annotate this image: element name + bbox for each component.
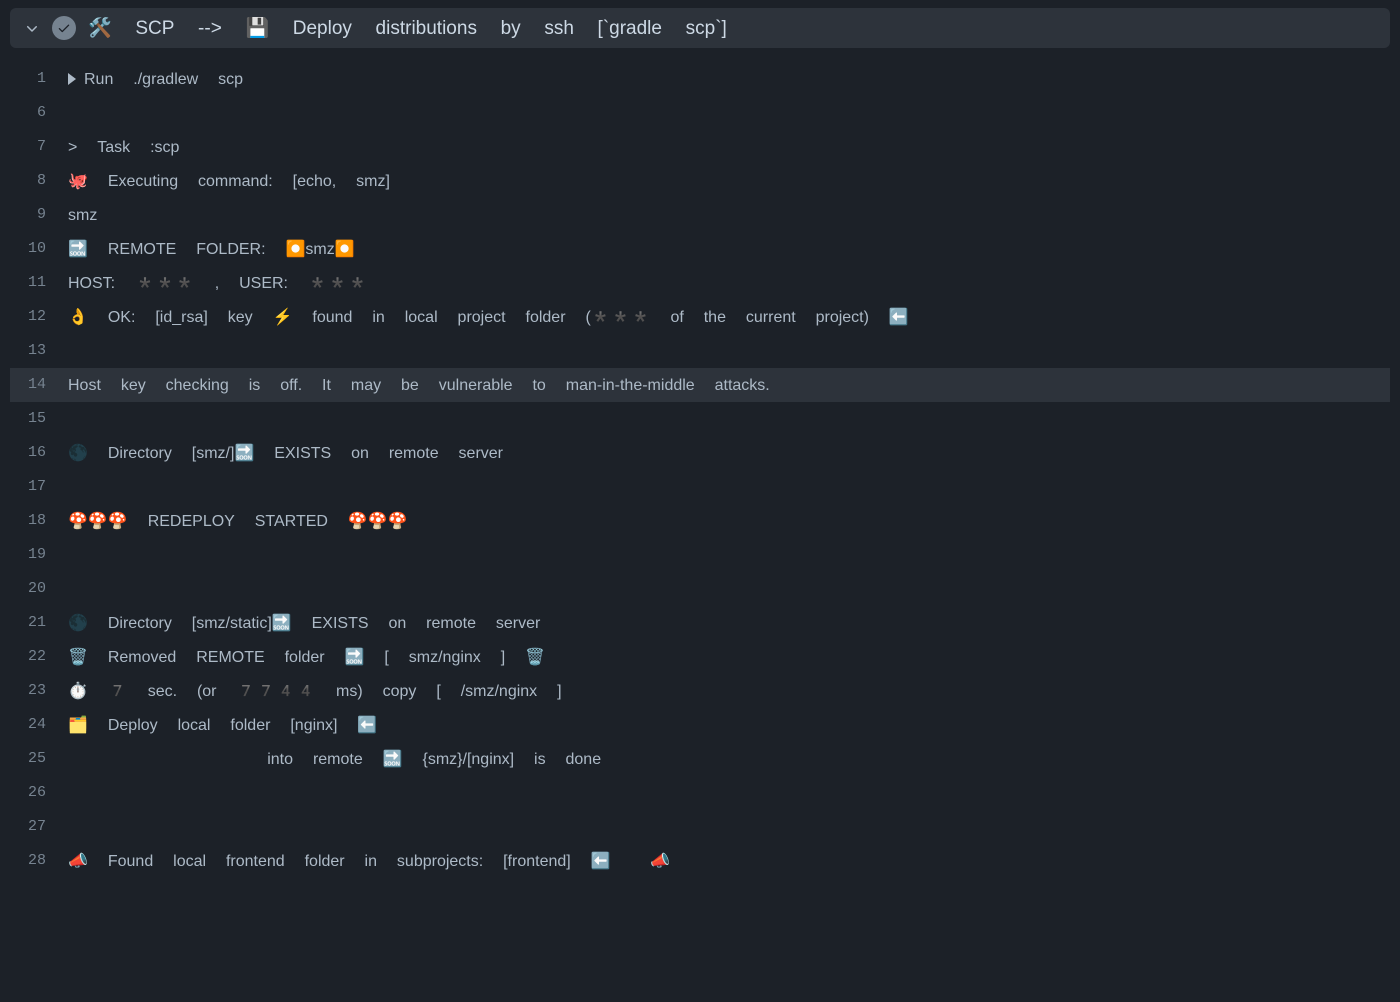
log-line[interactable]: 24🗂️ Deploy local folder [nginx] ⬅️	[10, 708, 1390, 742]
step-title: 🛠️ SCP --> 💾 Deploy distributions by ssh…	[88, 16, 727, 40]
line-content: > Task :scp	[68, 130, 179, 164]
line-text: 👌 OK: [id_rsa] key ⚡ found in local proj…	[68, 300, 909, 334]
chevron-down-icon[interactable]	[24, 20, 40, 36]
log-line[interactable]: 13	[10, 334, 1390, 368]
log-line[interactable]: 23⏱️ 7 sec. (or 7744 ms) copy [ /smz/ngi…	[10, 674, 1390, 708]
line-content: 🗑️ Removed REMOTE folder 🔜 [ smz/nginx ]…	[68, 640, 545, 674]
line-content: 🗂️ Deploy local folder [nginx] ⬅️	[68, 708, 377, 742]
log-line[interactable]: 7> Task :scp	[10, 130, 1390, 164]
line-text: 🔜 REMOTE FOLDER: ⏺smz⏺	[68, 232, 355, 266]
line-content: 🌑 Directory [smz/]🔜 EXISTS on remote ser…	[68, 436, 503, 470]
log-line[interactable]: 25 into remote 🔜 {smz}/[nginx] is done	[10, 742, 1390, 776]
line-text: 📣 Found local frontend folder in subproj…	[68, 844, 670, 878]
line-number[interactable]: 27	[10, 810, 68, 844]
line-number[interactable]: 23	[10, 674, 68, 708]
log-line[interactable]: 18🍄🍄🍄 REDEPLOY STARTED 🍄🍄🍄	[10, 504, 1390, 538]
log-line[interactable]: 9smz	[10, 198, 1390, 232]
log-line[interactable]: 19	[10, 538, 1390, 572]
line-text: > Task :scp	[68, 130, 179, 164]
line-number[interactable]: 11	[10, 266, 68, 300]
line-text: HOST: *** , USER: ***	[68, 266, 368, 300]
line-number[interactable]: 6	[10, 96, 68, 130]
line-number[interactable]: 16	[10, 436, 68, 470]
line-number[interactable]: 26	[10, 776, 68, 810]
line-number[interactable]: 21	[10, 606, 68, 640]
line-number[interactable]: 9	[10, 198, 68, 232]
line-number[interactable]: 28	[10, 844, 68, 878]
line-number[interactable]: 22	[10, 640, 68, 674]
log-line[interactable]: 1 Run ./gradlew scp	[10, 62, 1390, 96]
line-text: 🐙 Executing command: [echo, smz]	[68, 164, 390, 198]
line-number[interactable]: 12	[10, 300, 68, 334]
line-number[interactable]: 14	[10, 368, 68, 402]
line-number[interactable]: 1	[10, 62, 68, 96]
line-content: Run ./gradlew scp	[68, 62, 243, 96]
line-content: 🍄🍄🍄 REDEPLOY STARTED 🍄🍄🍄	[68, 504, 408, 538]
line-content: 📣 Found local frontend folder in subproj…	[68, 844, 670, 878]
line-number[interactable]: 18	[10, 504, 68, 538]
log-output: 1 Run ./gradlew scp 67> Task :scp8🐙 Execut…	[0, 62, 1400, 888]
log-line[interactable]: 17	[10, 470, 1390, 504]
log-line[interactable]: 20	[10, 572, 1390, 606]
log-line[interactable]: 12👌 OK: [id_rsa] key ⚡ found in local pr…	[10, 300, 1390, 334]
line-text: Run ./gradlew scp	[84, 62, 243, 96]
line-content: Host key checking is off. It may be vuln…	[68, 368, 770, 402]
log-line[interactable]: 6	[10, 96, 1390, 130]
log-line[interactable]: 27	[10, 810, 1390, 844]
line-content: 🔜 REMOTE FOLDER: ⏺smz⏺	[68, 232, 355, 266]
line-text: into remote 🔜 {smz}/[nginx] is done	[68, 742, 601, 776]
log-line[interactable]: 22🗑️ Removed REMOTE folder 🔜 [ smz/nginx…	[10, 640, 1390, 674]
line-content: smz	[68, 198, 97, 232]
line-number[interactable]: 10	[10, 232, 68, 266]
line-text: 🌑 Directory [smz/static]🔜 EXISTS on remo…	[68, 606, 540, 640]
log-line[interactable]: 26	[10, 776, 1390, 810]
line-number[interactable]: 8	[10, 164, 68, 198]
line-text: smz	[68, 198, 97, 232]
line-text: 🍄🍄🍄 REDEPLOY STARTED 🍄🍄🍄	[68, 504, 408, 538]
caret-right-icon[interactable]	[68, 73, 76, 85]
line-number[interactable]: 20	[10, 572, 68, 606]
line-content: 🐙 Executing command: [echo, smz]	[68, 164, 390, 198]
line-number[interactable]: 25	[10, 742, 68, 776]
line-text: ⏱️ 7 sec. (or 7744 ms) copy [ /smz/nginx…	[68, 674, 562, 708]
log-line[interactable]: 21🌑 Directory [smz/static]🔜 EXISTS on re…	[10, 606, 1390, 640]
log-line[interactable]: 10🔜 REMOTE FOLDER: ⏺smz⏺	[10, 232, 1390, 266]
line-content: 🌑 Directory [smz/static]🔜 EXISTS on remo…	[68, 606, 540, 640]
log-line[interactable]: 28📣 Found local frontend folder in subpr…	[10, 844, 1390, 878]
line-content: ⏱️ 7 sec. (or 7744 ms) copy [ /smz/nginx…	[68, 674, 562, 708]
line-number[interactable]: 19	[10, 538, 68, 572]
line-text: Host key checking is off. It may be vuln…	[68, 368, 770, 402]
line-content: into remote 🔜 {smz}/[nginx] is done	[68, 742, 601, 776]
line-content: HOST: *** , USER: ***	[68, 266, 368, 300]
log-line[interactable]: 16🌑 Directory [smz/]🔜 EXISTS on remote s…	[10, 436, 1390, 470]
line-number[interactable]: 7	[10, 130, 68, 164]
line-text: 🗂️ Deploy local folder [nginx] ⬅️	[68, 708, 377, 742]
line-number[interactable]: 17	[10, 470, 68, 504]
line-number[interactable]: 15	[10, 402, 68, 436]
line-text: 🗑️ Removed REMOTE folder 🔜 [ smz/nginx ]…	[68, 640, 545, 674]
line-number[interactable]: 13	[10, 334, 68, 368]
line-text: 🌑 Directory [smz/]🔜 EXISTS on remote ser…	[68, 436, 503, 470]
line-number[interactable]: 24	[10, 708, 68, 742]
log-line[interactable]: 8🐙 Executing command: [echo, smz]	[10, 164, 1390, 198]
log-line[interactable]: 11HOST: *** , USER: ***	[10, 266, 1390, 300]
log-line[interactable]: 14Host key checking is off. It may be vu…	[10, 368, 1390, 402]
line-content: 👌 OK: [id_rsa] key ⚡ found in local proj…	[68, 300, 909, 334]
log-line[interactable]: 15	[10, 402, 1390, 436]
step-header[interactable]: 🛠️ SCP --> 💾 Deploy distributions by ssh…	[10, 8, 1390, 48]
status-success-icon	[52, 16, 76, 40]
